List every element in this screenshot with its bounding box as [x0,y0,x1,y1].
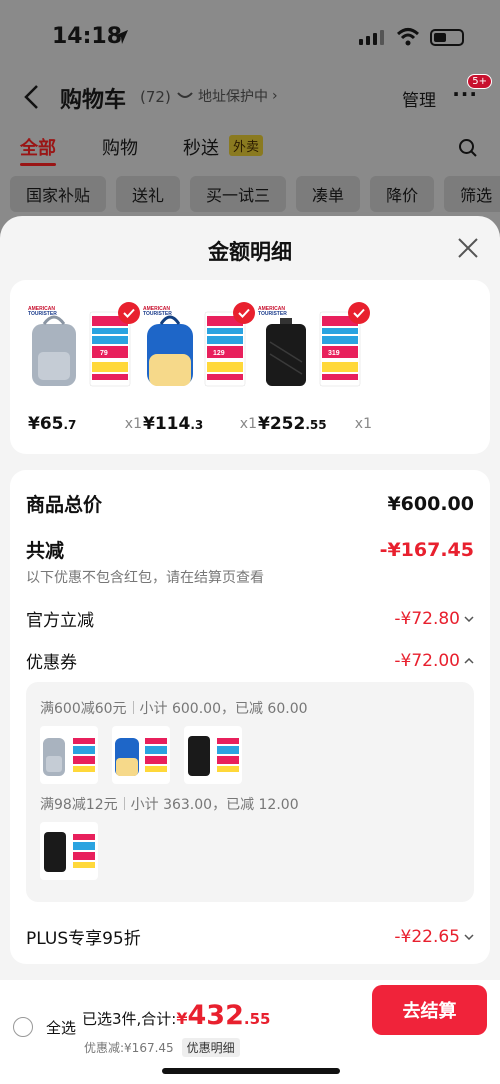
select-all-radio[interactable] [13,1017,33,1037]
total-price-row: 商品总价 ¥600.00 [26,490,474,517]
cart-tabs: 全部 购物 秒送 外卖 [0,134,500,166]
product-price: ¥114.3 [143,414,204,434]
address-protect-link[interactable]: 地址保护中 › [176,86,278,106]
coupon-row[interactable]: 优惠券 -¥72.00 [26,648,474,673]
price-breakdown-card: 商品总价 ¥600.00 共减 -¥167.45 以下优惠不包含红包，请在结算页… [10,470,490,964]
cart-page-background: 14:18 购物车 (72) 地址保护中 › 管理 ··· 5+ 全部 购物 秒… [0,0,500,240]
takeout-badge: 外卖 [229,135,264,156]
plus-discount-label: PLUS专享95折 [26,929,141,949]
selected-count-text: 已选3件,合计: [82,1010,177,1028]
tab-express[interactable]: 秒送 [183,134,219,160]
product-item[interactable]: AMERICAN TOURISTER 79 ¥65.7 x1 [22,298,142,438]
coupon-value: -¥72.00 [394,650,460,671]
chevron-right-icon: › [272,88,278,104]
chip-price-drop[interactable]: 降价 [370,176,435,212]
currency-symbol: ¥ [176,1009,188,1028]
coupon-label: 优惠券 [26,653,77,673]
total-discount-row: 共减 -¥167.45 [26,536,474,563]
product-price: ¥65.7 [28,414,77,434]
official-discount-value: -¥72.80 [394,608,460,629]
coupon-group-line: 满98减12元 小计 363.00，已减 12.00 [40,794,299,814]
tab-all[interactable]: 全部 [20,134,56,166]
search-icon[interactable] [458,138,478,158]
chip-filter[interactable]: 筛选 [444,176,500,212]
location-arrow-icon [114,30,128,44]
coupon-detail-box: 满600减60元 小计 600.00，已减 60.00 满98减12元 小计 363… [26,682,474,902]
chevron-down-icon [464,615,474,622]
checkout-button[interactable]: 去结算 [372,985,487,1035]
wifi-icon [396,28,420,46]
product-item[interactable]: AMERICAN TOURISTER 319 ¥252.55 x1 [252,298,372,438]
close-icon[interactable] [456,236,480,260]
coupon-product-thumb [112,726,170,784]
discount-note: 以下优惠不包含红包，请在结算页查看 [26,570,264,586]
tag-price: 129 [213,350,225,357]
discount-detail-button[interactable]: 优惠明细 [181,1038,240,1057]
tab-shopping[interactable]: 购物 [102,134,138,160]
chip-national-subsidy[interactable]: 国家补贴 [10,176,107,212]
plus-discount-row[interactable]: PLUS专享95折 -¥22.65 [26,924,474,949]
coupon-product-thumb [40,822,98,880]
chevron-down-icon [464,933,474,940]
chip-bundle[interactable]: 凑单 [296,176,361,212]
selected-total: 已选3件,合计: ¥ 432 .55 [82,1000,270,1031]
home-indicator [162,1068,340,1074]
filter-chips: 国家补贴 送礼 买一试三 凑单 降价 筛选 [10,176,500,212]
status-bar: 14:18 [0,22,500,56]
cart-navbar: 购物车 (72) 地址保护中 › 管理 ··· 5+ [0,74,500,116]
discount-summary: 优惠减:¥167.45 优惠明细 [84,1038,240,1057]
official-discount-label: 官方立减 [26,611,94,631]
coupon-product-thumb [184,726,242,784]
discount-summary-text: 优惠减:¥167.45 [84,1041,174,1055]
total-amount-decimal: .55 [243,1010,271,1028]
plus-discount-value: -¥22.65 [394,926,460,947]
back-arrow-icon[interactable] [22,84,42,110]
amount-detail-sheet: 金额明细 AMERICAN TOURISTER 79 ¥65.7 x1 AMER… [0,216,500,1084]
coupon-rule: 满600减60元 [40,701,127,717]
manage-button[interactable]: 管理 [402,86,436,111]
smile-icon [177,92,193,98]
tag-price: 319 [328,350,340,357]
coupon-group-line: 满600减60元 小计 600.00，已减 60.00 [40,698,308,718]
address-protect-label: 地址保护中 [198,89,268,105]
product-item[interactable]: AMERICAN TOURISTER 129 ¥114.3 x1 [137,298,257,438]
chip-gift[interactable]: 送礼 [116,176,181,212]
chevron-up-icon [464,657,474,664]
svg-text:TOURISTER: TOURISTER [258,311,287,317]
battery-icon [430,29,464,46]
product-price: ¥252.55 [258,414,327,434]
coupon-product-thumb [40,726,98,784]
total-price-value: ¥600.00 [387,492,474,515]
coupon-rule: 满98减12元 [40,797,118,813]
sheet-title: 金额明细 [208,240,292,264]
page-title: 购物车 [60,88,127,113]
coupon-summary: 小计 600.00，已减 60.00 [139,701,308,717]
cellular-signal-icon [359,30,384,45]
coupon-summary: 小计 363.00，已减 12.00 [130,797,299,813]
tag-price: 79 [100,350,108,357]
total-discount-label: 共减 [26,540,65,562]
official-discount-row[interactable]: 官方立减 -¥72.80 [26,606,474,631]
product-qty: x1 [354,416,372,432]
total-discount-value: -¥167.45 [379,538,474,561]
cart-count: (72) [140,88,171,106]
select-all-label[interactable]: 全选 [46,1017,76,1038]
total-price-label: 商品总价 [26,494,103,516]
total-amount-integer: 432 [187,1000,244,1031]
chip-try-three[interactable]: 买一试三 [190,176,287,212]
selected-products-card: AMERICAN TOURISTER 79 ¥65.7 x1 AMERICAN [10,280,490,454]
more-badge: 5+ [467,74,492,89]
selected-check-icon[interactable] [348,302,370,324]
checkout-bar: 全选 已选3件,合计: ¥ 432 .55 优惠减:¥167.45 优惠明细 去… [0,980,500,1084]
